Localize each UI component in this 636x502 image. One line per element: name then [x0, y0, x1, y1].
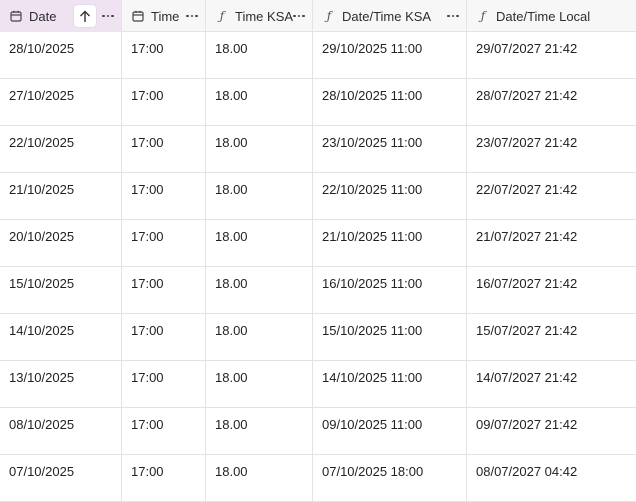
- cell-date[interactable]: 07/10/2025: [0, 455, 122, 502]
- table-row[interactable]: 15/10/2025 17:00 18.00 16/10/2025 11:00 16/0…: [0, 267, 636, 314]
- column-menu-button[interactable]: [184, 9, 200, 23]
- cell-time-ksa[interactable]: 18.00: [206, 267, 313, 314]
- table-header: Date Time ƒ Time KSA ƒ Date/Time KSA ƒ D…: [0, 0, 636, 32]
- cell-time-ksa[interactable]: 18.00: [206, 361, 313, 408]
- cell-time[interactable]: 17:00: [122, 32, 206, 79]
- cell-time-ksa[interactable]: 18.00: [206, 220, 313, 267]
- cell-datetime-local[interactable]: 14/07/2027 21:42: [467, 361, 636, 408]
- table-row[interactable]: 28/10/2025 17:00 18.00 29/10/2025 11:00 29/0…: [0, 32, 636, 79]
- table-row[interactable]: 07/10/2025 17:00 18.00 07/10/2025 18:00 08/0…: [0, 455, 636, 502]
- cell-datetime-ksa[interactable]: 15/10/2025 11:00: [313, 314, 467, 361]
- table-row[interactable]: 08/10/2025 17:00 18.00 09/10/2025 11:00 09/0…: [0, 408, 636, 455]
- cell-date[interactable]: 14/10/2025: [0, 314, 122, 361]
- cell-time-ksa[interactable]: 18.00: [206, 126, 313, 173]
- cell-time-ksa[interactable]: 18.00: [206, 408, 313, 455]
- cell-datetime-ksa[interactable]: 16/10/2025 11:00: [313, 267, 467, 314]
- cell-datetime-local[interactable]: 28/07/2027 21:42: [467, 79, 636, 126]
- cell-time[interactable]: 17:00: [122, 267, 206, 314]
- cell-datetime-local[interactable]: 23/07/2027 21:42: [467, 126, 636, 173]
- column-header-time-ksa[interactable]: ƒ Time KSA: [206, 0, 313, 32]
- cell-time-ksa[interactable]: 18.00: [206, 455, 313, 502]
- cell-datetime-ksa[interactable]: 23/10/2025 11:00: [313, 126, 467, 173]
- cell-datetime-local[interactable]: 22/07/2027 21:42: [467, 173, 636, 220]
- cell-time[interactable]: 17:00: [122, 314, 206, 361]
- cell-time[interactable]: 17:00: [122, 79, 206, 126]
- more-icon: [102, 14, 114, 18]
- cell-date[interactable]: 13/10/2025: [0, 361, 122, 408]
- cell-datetime-local[interactable]: 08/07/2027 04:42: [467, 455, 636, 502]
- table-row[interactable]: 13/10/2025 17:00 18.00 14/10/2025 11:00 14/0…: [0, 361, 636, 408]
- cell-datetime-ksa[interactable]: 29/10/2025 11:00: [313, 32, 467, 79]
- cell-date[interactable]: 27/10/2025: [0, 79, 122, 126]
- cell-time-ksa[interactable]: 18.00: [206, 173, 313, 220]
- table-row[interactable]: 14/10/2025 17:00 18.00 15/10/2025 11:00 15/0…: [0, 314, 636, 361]
- cell-datetime-local[interactable]: 16/07/2027 21:42: [467, 267, 636, 314]
- cell-datetime-ksa[interactable]: 28/10/2025 11:00: [313, 79, 467, 126]
- cell-datetime-local[interactable]: 15/07/2027 21:42: [467, 314, 636, 361]
- table-row[interactable]: 27/10/2025 17:00 18.00 28/10/2025 11:00 28/0…: [0, 79, 636, 126]
- column-label: Date/Time KSA: [342, 8, 432, 24]
- column-menu-button[interactable]: [100, 9, 116, 23]
- column-label: Date: [29, 8, 57, 24]
- cell-date[interactable]: 21/10/2025: [0, 173, 122, 220]
- more-icon: [186, 14, 198, 18]
- formula-icon: ƒ: [326, 9, 332, 23]
- cell-datetime-ksa[interactable]: 09/10/2025 11:00: [313, 408, 467, 455]
- sort-ascending-button[interactable]: [74, 5, 96, 27]
- calendar-icon: [131, 9, 145, 23]
- table-row[interactable]: 20/10/2025 17:00 18.00 21/10/2025 11:00 21/0…: [0, 220, 636, 267]
- cell-time[interactable]: 17:00: [122, 173, 206, 220]
- calendar-icon: [9, 9, 23, 23]
- cell-datetime-ksa[interactable]: 14/10/2025 11:00: [313, 361, 467, 408]
- column-label: Time: [151, 8, 180, 24]
- cell-datetime-ksa[interactable]: 21/10/2025 11:00: [313, 220, 467, 267]
- cell-time-ksa[interactable]: 18.00: [206, 79, 313, 126]
- column-label: Date/Time Local: [496, 8, 591, 24]
- cell-date[interactable]: 08/10/2025: [0, 408, 122, 455]
- cell-time-ksa[interactable]: 18.00: [206, 32, 313, 79]
- formula-icon: ƒ: [219, 9, 225, 23]
- cell-datetime-local[interactable]: 29/07/2027 21:42: [467, 32, 636, 79]
- cell-datetime-ksa[interactable]: 22/10/2025 11:00: [313, 173, 467, 220]
- column-header-time[interactable]: Time: [122, 0, 206, 32]
- arrow-up-icon: [80, 10, 90, 22]
- cell-date[interactable]: 22/10/2025: [0, 126, 122, 173]
- cell-datetime-ksa[interactable]: 07/10/2025 18:00: [313, 455, 467, 502]
- cell-time[interactable]: 17:00: [122, 220, 206, 267]
- cell-time[interactable]: 17:00: [122, 361, 206, 408]
- cell-date[interactable]: 28/10/2025: [0, 32, 122, 79]
- column-menu-button[interactable]: [445, 9, 461, 23]
- more-icon: [293, 14, 305, 18]
- cell-date[interactable]: 15/10/2025: [0, 267, 122, 314]
- cell-datetime-local[interactable]: 21/07/2027 21:42: [467, 220, 636, 267]
- data-table: Date Time ƒ Time KSA ƒ Date/Time KSA ƒ D…: [0, 0, 636, 502]
- column-header-datetime-local[interactable]: ƒ Date/Time Local: [467, 0, 636, 32]
- cell-time[interactable]: 17:00: [122, 408, 206, 455]
- table-row[interactable]: 21/10/2025 17:00 18.00 22/10/2025 11:00 22/0…: [0, 173, 636, 220]
- table-row[interactable]: 22/10/2025 17:00 18.00 23/10/2025 11:00 23/0…: [0, 126, 636, 173]
- cell-time[interactable]: 17:00: [122, 126, 206, 173]
- column-menu-button[interactable]: [291, 9, 307, 23]
- cell-time[interactable]: 17:00: [122, 455, 206, 502]
- formula-icon: ƒ: [480, 9, 486, 23]
- column-header-date[interactable]: Date: [0, 0, 122, 32]
- cell-datetime-local[interactable]: 09/07/2027 21:42: [467, 408, 636, 455]
- column-label: Time KSA: [235, 8, 294, 24]
- more-icon: [447, 14, 459, 18]
- column-header-datetime-ksa[interactable]: ƒ Date/Time KSA: [313, 0, 467, 32]
- cell-time-ksa[interactable]: 18.00: [206, 314, 313, 361]
- cell-date[interactable]: 20/10/2025: [0, 220, 122, 267]
